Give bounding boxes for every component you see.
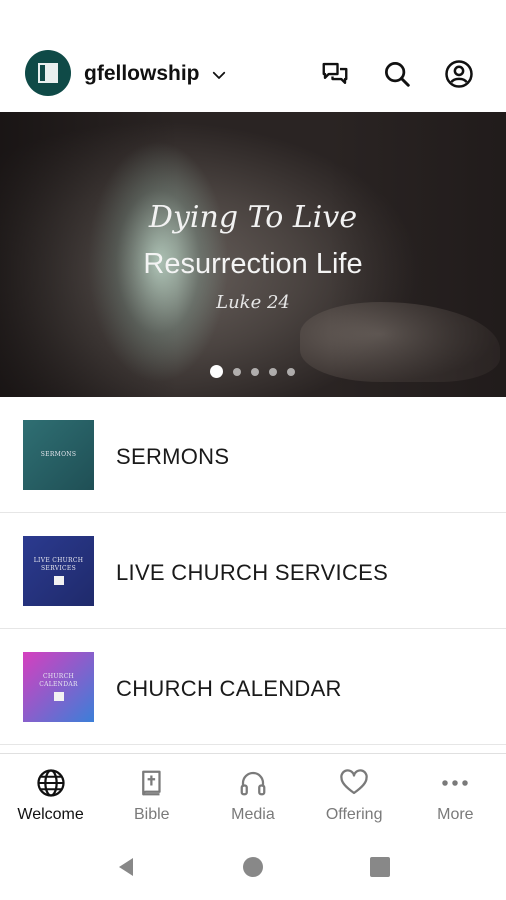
nav-more[interactable]: More (405, 754, 506, 834)
list-item-calendar[interactable]: CHURCH CALENDAR CHURCH CALENDAR (0, 629, 506, 745)
chevron-down-icon[interactable] (210, 66, 228, 84)
thumbnail-logo (53, 576, 64, 586)
nav-offering[interactable]: Offering (304, 754, 405, 834)
more-dots-icon (442, 780, 469, 786)
live-services-thumbnail: LIVE CHURCH SERVICES (23, 536, 94, 606)
bible-icon (141, 770, 161, 796)
thumbnail-text: CHURCH CALENDAR (39, 672, 78, 688)
carousel-indicator (210, 365, 295, 378)
calendar-thumbnail: CHURCH CALENDAR (23, 652, 94, 722)
sermons-thumbnail: SERMONS (23, 420, 94, 490)
nav-media[interactable]: Media (202, 754, 303, 834)
status-bar (0, 0, 506, 38)
system-navigation-bar (0, 833, 506, 900)
search-icon[interactable] (381, 58, 413, 90)
account-icon[interactable] (443, 58, 475, 90)
nav-label: Welcome (17, 806, 84, 823)
list-item-label: SERMONS (116, 444, 230, 469)
carousel-dot[interactable] (269, 367, 277, 376)
content-list: SERMONS SERMONS LIVE CHURCH SERVICES LIV… (0, 397, 506, 745)
hero-reference: Luke 24 (216, 292, 290, 313)
headphones-icon (240, 771, 266, 796)
nav-label: More (437, 806, 474, 823)
heart-icon (340, 769, 368, 795)
hero-banner[interactable]: Dying To Live Resurrection Life Luke 24 (0, 112, 506, 397)
nav-label: Bible (133, 806, 170, 823)
hero-title: Dying To Live (148, 200, 358, 235)
carousel-dot[interactable] (233, 367, 241, 376)
logo-mark-icon (38, 63, 58, 83)
nav-label: Offering (325, 806, 383, 823)
home-icon[interactable] (241, 855, 265, 879)
church-logo[interactable] (25, 50, 71, 96)
globe-icon (36, 769, 65, 797)
thumbnail-text: LIVE CHURCH SERVICES (33, 556, 84, 572)
app-header: gfellowship (0, 38, 506, 112)
carousel-dot[interactable] (287, 367, 295, 376)
list-item-label: CHURCH CALENDAR (116, 676, 342, 701)
app-name[interactable]: gfellowship (84, 62, 200, 86)
list-item-label: LIVE CHURCH SERVICES (116, 560, 389, 585)
nav-label: Media (231, 806, 275, 823)
nav-bible[interactable]: Bible (101, 754, 202, 834)
thumbnail-logo (53, 692, 64, 702)
back-icon[interactable] (114, 855, 138, 879)
carousel-dot[interactable] (251, 367, 259, 376)
hero-subtitle: Resurrection Life (143, 248, 363, 280)
carousel-dot[interactable] (210, 365, 223, 378)
nav-welcome[interactable]: Welcome (0, 754, 101, 834)
list-item-sermons[interactable]: SERMONS SERMONS (0, 397, 506, 513)
recents-icon[interactable] (368, 855, 392, 879)
chat-icon[interactable] (319, 58, 351, 90)
bottom-navigation: Welcome Bible Media Offering More (0, 753, 506, 834)
thumbnail-text: SERMONS (40, 450, 77, 458)
list-item-live-services[interactable]: LIVE CHURCH SERVICES LIVE CHURCH SERVICE… (0, 513, 506, 629)
